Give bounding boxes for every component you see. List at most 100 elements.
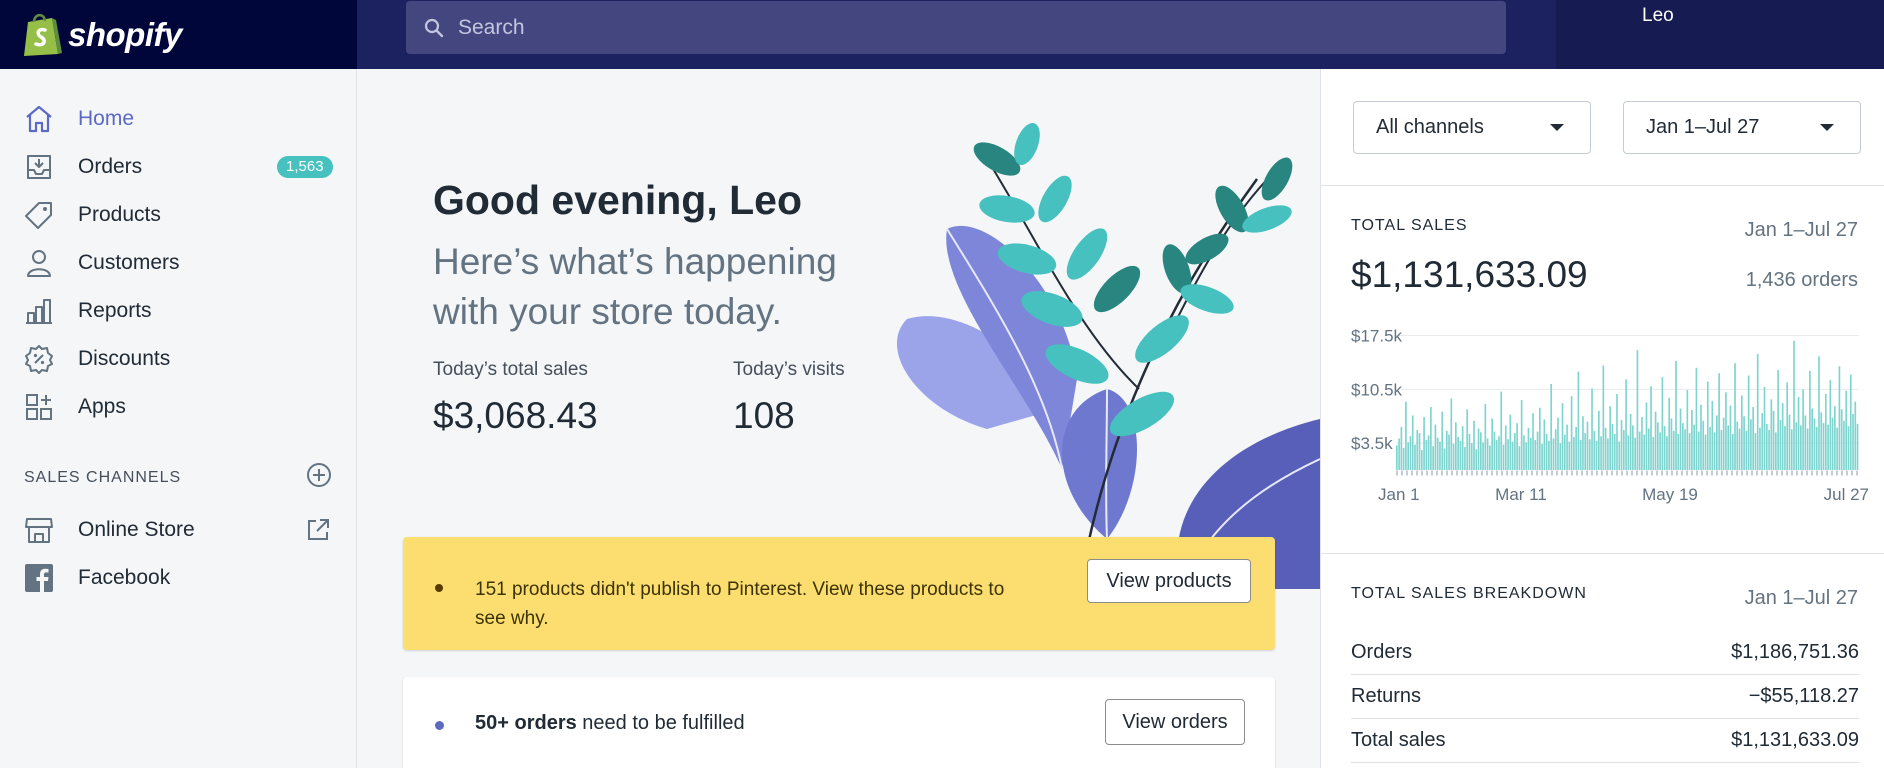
right-panel: All channels Jan 1–Jul 27 TOTAL SALES Ja… [1320,69,1884,768]
sidebar-item-customers[interactable]: Customers [0,241,357,285]
breakdown-row-total-sales: Total sales $1,131,633.09 [1351,719,1859,763]
sidebar-item-home[interactable]: Home [0,97,357,141]
chart-bar [1538,407,1541,470]
x-tick-label: May 19 [1642,485,1698,504]
chart-bar [1847,426,1850,470]
chart-bar [1427,435,1430,470]
brand[interactable]: shopify [0,0,357,69]
chart-bar [1484,403,1487,470]
chart-bar [1586,421,1589,470]
chart-bar [1477,428,1480,470]
chart-bar [1452,443,1455,470]
leaves-illustration [896,122,1320,589]
chart-bar [1763,387,1766,470]
chart-bar [1709,426,1711,470]
chart-bar [1475,449,1478,470]
pinterest-alert-banner: 151 products didn't publish to Pinterest… [403,537,1275,650]
chart-bar [1611,423,1614,470]
chart-bar [1743,416,1745,470]
sidebar-item-reports[interactable]: Reports [0,289,357,333]
chart-bar [1609,406,1612,470]
breakdown-title: TOTAL SALES BREAKDOWN [1351,585,1587,602]
todays-sales-value: $3,068.43 [433,395,598,436]
chart-bar [1529,437,1532,470]
orders-count: 1,436 orders [1745,269,1858,291]
sidebar-item-products[interactable]: Products [0,193,357,237]
chart-bar [1504,425,1507,470]
todays-visits-value: 108 [733,395,795,436]
sidebar-item-label: Products [78,203,161,226]
total-sales-chart: $17.5k $10.5k $3.5k Jan 1 Mar 11 May 19 Jul 27 [1351,327,1869,504]
chart-bar [1473,420,1475,470]
sidebar-item-label: Online Store [78,518,195,541]
chart-bar [1795,422,1798,470]
chart-bar [1582,416,1584,470]
chart-bar [1784,426,1786,470]
chart-bar [1563,434,1566,470]
divider [1321,553,1884,554]
chart-bar [1439,441,1441,470]
external-link-icon[interactable] [305,517,331,543]
add-channel-icon[interactable] [305,461,333,489]
chart-bar [1634,437,1636,470]
sidebar-item-label: Home [78,107,135,130]
chart-bar [1802,389,1804,470]
view-products-button[interactable]: View products [1087,559,1251,603]
sidebar-item-label: Customers [78,251,180,274]
caret-down-icon [1550,124,1564,131]
chart-bar [1815,426,1818,470]
chart-bar [1772,410,1775,470]
chart-bar [1405,401,1407,470]
chart-bar [1686,390,1689,470]
chart-bar [1570,396,1573,470]
chart-bar [1509,414,1512,470]
greeting-subtitle: Here’s what’s happening [433,241,837,282]
chart-bar [1747,375,1750,470]
channel-select[interactable]: All channels [1353,101,1591,154]
sidebar-item-online-store[interactable]: Online Store [0,508,357,552]
sidebar-item-apps[interactable]: Apps [0,385,357,429]
chart-bar [1754,433,1757,470]
view-orders-button[interactable]: View orders [1105,699,1245,745]
date-select-value: Jan 1–Jul 27 [1646,116,1760,138]
chart-bar [1657,422,1659,470]
search-placeholder: Search [458,15,525,39]
sidebar-item-discounts[interactable]: Discounts [0,337,357,381]
chart-bar [1675,360,1677,470]
chart-bar [1616,393,1618,470]
x-tick-label: Jan 1 [1378,485,1420,504]
chart-bar [1745,430,1748,470]
chart-bar [1666,436,1668,470]
chart-bar [1770,399,1773,470]
total-sales-title: TOTAL SALES [1351,217,1468,234]
chart-bar [1843,420,1845,470]
top-bar: shopify Search Leo [0,0,1884,69]
chart-bar [1695,367,1698,470]
chart-bar [1595,440,1598,470]
total-sales-range: Jan 1–Jul 27 [1744,219,1858,241]
chart-bar [1756,353,1759,470]
sidebar-item-orders[interactable]: Orders 1,563 [0,145,357,189]
chart-bar [1854,401,1857,470]
search-input[interactable]: Search [406,1,1506,54]
chart-bar [1818,356,1820,470]
store-icon [22,513,56,547]
sidebar-item-facebook[interactable]: Facebook [0,556,357,600]
chart-bar [1768,430,1770,470]
orders-icon [22,150,56,184]
chart-bar [1486,438,1489,470]
chart-bar [1725,392,1727,470]
chart-bar [1670,418,1673,470]
chart-bar [1779,420,1782,470]
chart-bar [1668,397,1671,470]
user-menu[interactable]: Leo [1556,0,1884,69]
date-range-select[interactable]: Jan 1–Jul 27 [1623,101,1861,154]
chart-bar [1702,420,1705,470]
chart-bar [1629,413,1632,470]
chart-bar [1813,418,1816,470]
chart-bar [1514,433,1516,470]
chart-bar [1468,433,1471,470]
chart-bar [1566,424,1568,470]
chart-bar [1502,444,1505,470]
chart-bar [1568,441,1571,470]
